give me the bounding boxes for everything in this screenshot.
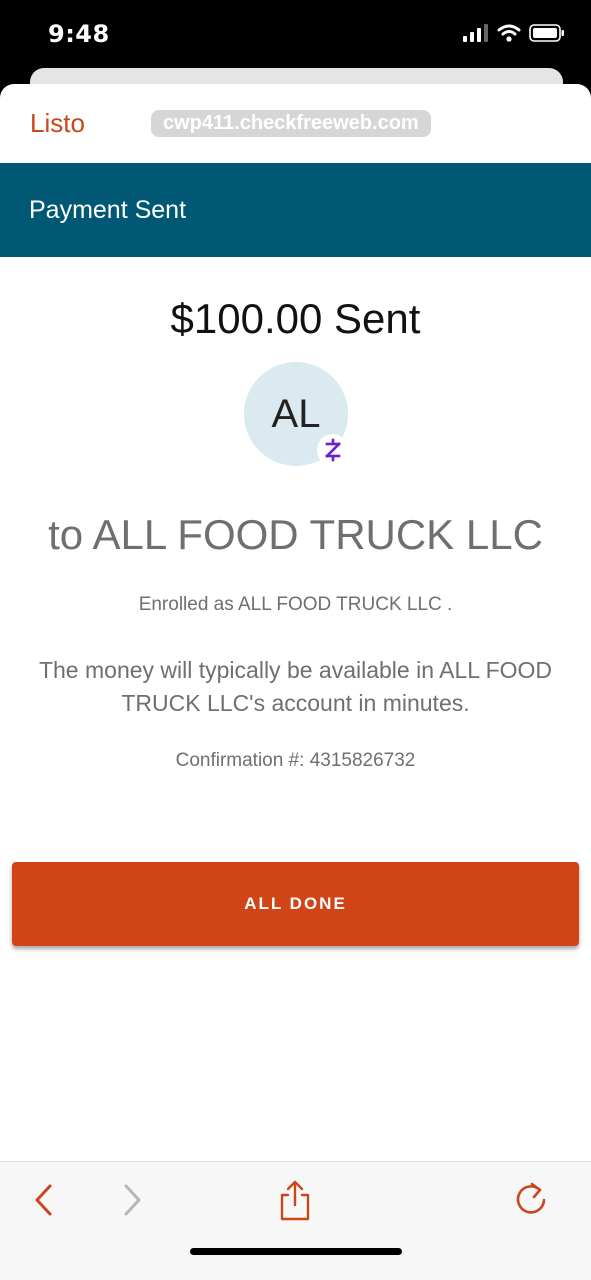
browser-toolbar xyxy=(0,1161,591,1280)
chevron-right-icon xyxy=(124,1184,141,1216)
status-icons xyxy=(463,24,565,42)
reload-button[interactable] xyxy=(512,1180,552,1220)
sent-amount: $100.00 Sent xyxy=(170,295,421,342)
forward-button[interactable] xyxy=(112,1180,152,1220)
all-done-button[interactable]: ALL DONE xyxy=(12,862,579,946)
browser-nav-bar: Listo cwp411.checkfreeweb.com xyxy=(0,84,591,163)
enrolled-text: Enrolled as ALL FOOD TRUCK LLC . xyxy=(138,594,453,615)
chevron-left-icon xyxy=(35,1184,52,1216)
signal-icon xyxy=(463,24,488,42)
status-bar: 9:48 xyxy=(0,0,591,70)
share-button[interactable] xyxy=(275,1180,315,1221)
wifi-icon xyxy=(497,24,521,42)
done-button[interactable]: Listo xyxy=(30,108,85,139)
confirmation-number: Confirmation #: 4315826732 xyxy=(175,750,416,771)
zelle-logo-icon xyxy=(317,434,349,466)
share-icon xyxy=(280,1180,310,1221)
status-time: 9:48 xyxy=(48,20,110,48)
page-header: Payment Sent xyxy=(0,163,591,257)
back-button[interactable] xyxy=(24,1180,64,1220)
avatar-initials: AL xyxy=(271,392,321,436)
availability-text: The money will typically be available in… xyxy=(38,657,553,716)
recipient-name: to ALL FOOD TRUCK LLC xyxy=(48,511,543,558)
reload-icon xyxy=(516,1182,546,1214)
url-display: cwp411.checkfreeweb.com xyxy=(151,110,431,137)
browser-sheet: Listo cwp411.checkfreeweb.com Payment Se… xyxy=(0,84,591,1280)
page-title: Payment Sent xyxy=(29,196,187,224)
battery-icon xyxy=(529,24,564,42)
home-indicator xyxy=(190,1248,402,1255)
